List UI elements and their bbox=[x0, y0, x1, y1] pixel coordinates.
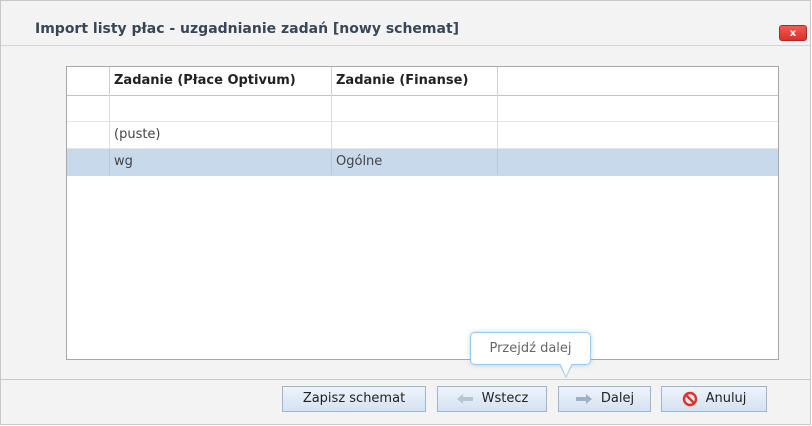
title-divider bbox=[1, 45, 810, 46]
dialog-title: Import listy płac - uzgadnianie zadań [n… bbox=[35, 21, 460, 37]
save-schema-button[interactable]: Zapisz schemat bbox=[282, 386, 426, 412]
filler-cell bbox=[498, 95, 778, 121]
next-button[interactable]: Dalej bbox=[558, 386, 651, 412]
next-label: Dalej bbox=[600, 391, 635, 406]
filler-cell bbox=[498, 149, 778, 175]
row-indicator[interactable] bbox=[67, 149, 110, 175]
header-filler bbox=[498, 67, 778, 95]
cancel-button[interactable]: Anuluj bbox=[661, 386, 767, 412]
source-task-cell[interactable]: (puste) bbox=[110, 122, 332, 148]
target-task-cell[interactable] bbox=[332, 95, 498, 121]
cancel-label: Anuluj bbox=[705, 391, 747, 406]
header-row-indicator[interactable] bbox=[67, 67, 110, 95]
header-source-task[interactable]: Zadanie (Płace Optivum) bbox=[110, 67, 332, 95]
target-task-cell[interactable] bbox=[332, 122, 498, 148]
save-schema-label: Zapisz schemat bbox=[302, 391, 406, 406]
cancel-icon bbox=[682, 391, 698, 407]
grid-header: Zadanie (Płace Optivum) Zadanie (Finanse… bbox=[67, 67, 778, 96]
table-row[interactable] bbox=[67, 95, 778, 122]
footer-divider bbox=[1, 379, 810, 380]
row-indicator[interactable] bbox=[67, 95, 110, 121]
tooltip-pointer-fill bbox=[560, 363, 572, 376]
task-mapping-grid: Zadanie (Płace Optivum) Zadanie (Finanse… bbox=[66, 66, 779, 360]
back-label: Wstecz bbox=[481, 391, 529, 406]
filler-cell bbox=[498, 122, 778, 148]
import-dialog: Import listy płac - uzgadnianie zadań [n… bbox=[0, 0, 811, 425]
arrow-left-icon bbox=[456, 393, 474, 405]
close-button[interactable]: x bbox=[779, 25, 807, 41]
source-task-cell[interactable] bbox=[110, 95, 332, 121]
arrow-right-icon bbox=[575, 393, 593, 405]
target-task-cell[interactable]: Ogólne bbox=[332, 149, 498, 175]
table-row[interactable]: (puste) bbox=[67, 122, 778, 149]
dialog-titlebar: Import listy płac - uzgadnianie zadań [n… bbox=[1, 1, 810, 45]
back-button[interactable]: Wstecz bbox=[437, 386, 547, 412]
table-row-selected[interactable]: wg Ogólne bbox=[67, 149, 778, 176]
header-target-task[interactable]: Zadanie (Finanse) bbox=[332, 67, 498, 95]
next-tooltip: Przejdź dalej bbox=[470, 332, 591, 365]
row-indicator[interactable] bbox=[67, 122, 110, 148]
source-task-cell[interactable]: wg bbox=[110, 149, 332, 175]
